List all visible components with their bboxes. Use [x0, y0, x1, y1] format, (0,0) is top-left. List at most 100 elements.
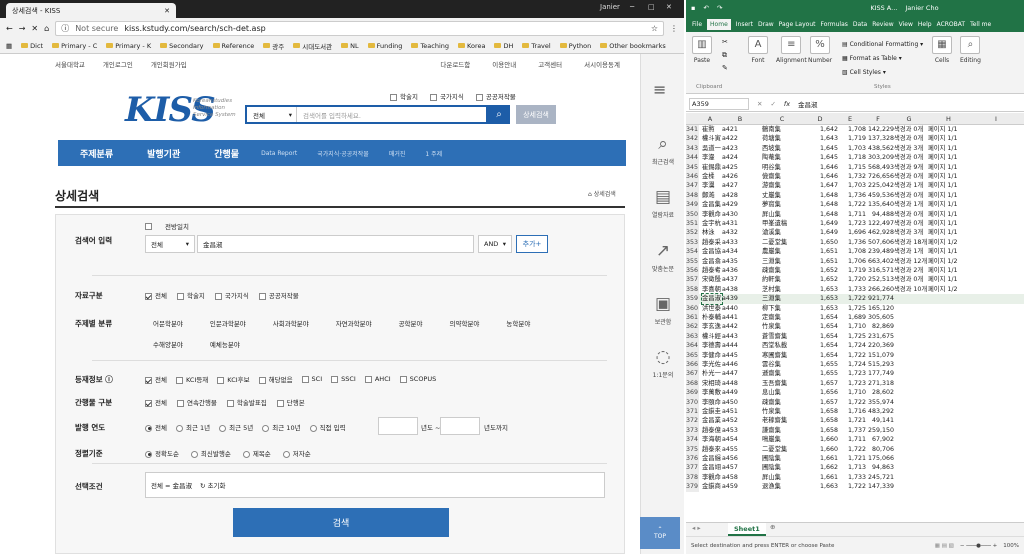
table-cell[interactable]: 페이지 1/2 — [928, 238, 973, 247]
search-submit-button[interactable]: 검색 — [233, 508, 449, 537]
table-cell[interactable]: 1,722 — [838, 445, 866, 454]
table-cell[interactable]: 柳下集 — [762, 304, 806, 313]
bookmark[interactable]: NL — [341, 42, 359, 50]
year-all[interactable]: 전체 — [145, 422, 167, 432]
nav-magazine[interactable]: 매거진 — [379, 149, 416, 158]
table-cell[interactable]: 175,066 — [866, 454, 894, 463]
table-cell[interactable]: 1,725 — [838, 332, 866, 341]
table-row[interactable]: 377 金昌翊 a457 圃陰集 1,662 1,713 94,863 — [686, 463, 1024, 473]
reg-sci[interactable]: SCI — [301, 375, 322, 383]
table-cell[interactable]: 462,928 — [866, 228, 894, 237]
table-cell[interactable]: 220,369 — [866, 341, 894, 350]
check-journal[interactable]: 학술지 — [390, 91, 418, 101]
table-cell[interactable]: 三淵集 — [762, 257, 806, 266]
table-cell[interactable]: 趙泰億 — [702, 426, 722, 435]
table-cell[interactable]: 朴泰輔 — [702, 313, 722, 322]
year-1[interactable]: 최근 1년 — [175, 422, 210, 432]
table-cell[interactable]: 색경과 1개 — [894, 247, 928, 256]
table-row[interactable]: 347 李瀷 a427 游齋集 1,647 1,703 225,042 색경과 1개 페이지 1… — [686, 181, 1024, 191]
table-cell[interactable]: 색경과 0개 — [894, 275, 928, 284]
table-cell[interactable]: 1,723 — [838, 369, 866, 378]
table-cell[interactable]: 明谷集 — [762, 163, 806, 172]
table-cell[interactable]: 1,706 — [838, 257, 866, 266]
util-link[interactable]: 개인로그인 — [103, 59, 133, 69]
table-cell[interactable]: 1,722 — [838, 351, 866, 360]
table-cell[interactable]: 페이지 1/1 — [928, 210, 973, 219]
bookmark[interactable]: Funding — [367, 42, 402, 50]
table-cell[interactable]: 1,721 — [838, 416, 866, 425]
add-sheet-icon[interactable]: ⊕ — [770, 523, 775, 531]
table-cell[interactable]: 1,661 — [806, 454, 838, 463]
table-cell[interactable]: 1,657 — [806, 398, 838, 407]
table-row[interactable]: 352 林泳 a432 滄溪集 1,649 1,696 462,928 색경과 3개 페이지 1… — [686, 228, 1024, 238]
star-icon[interactable]: ☆ — [651, 24, 658, 33]
table-cell[interactable]: 1,716 — [838, 407, 866, 416]
table-cell[interactable]: 483,292 — [866, 407, 894, 416]
table-cell[interactable]: 鶴南集 — [762, 125, 806, 134]
table-cell[interactable]: 색경과 18개 — [894, 238, 928, 247]
nav-subject[interactable]: 주제분류 — [58, 147, 125, 160]
table-row[interactable]: 373 趙泰億 a453 謙齋集 1,658 1,737 259,150 — [686, 425, 1024, 436]
table-cell[interactable]: 122,497 — [866, 219, 894, 228]
table-cell[interactable]: 1,654 — [806, 322, 838, 331]
table-cell[interactable]: 金昌緝 — [702, 454, 722, 463]
table-cell[interactable]: 西堂私載 — [762, 341, 806, 350]
side-recommend[interactable]: ↗ 맞춤논문 — [641, 241, 685, 273]
table-cell[interactable]: 1,721 — [838, 454, 866, 463]
table-cell[interactable]: 페이지 1/1 — [928, 172, 973, 181]
table-cell[interactable]: 1,723 — [838, 219, 866, 228]
reg-ssci[interactable]: SSCI — [331, 375, 356, 383]
enter-icon[interactable]: ✓ — [770, 100, 775, 108]
table-cell[interactable]: 金昌翕 — [702, 257, 722, 266]
table-cell[interactable]: 1,658 — [806, 426, 838, 435]
table-cell[interactable]: 崔錫鼎 — [702, 163, 722, 172]
table-cell[interactable]: 朴光一 — [702, 369, 722, 378]
table-cell[interactable]: 宋徵殷 — [702, 275, 722, 284]
table-cell[interactable]: 1,649 — [806, 219, 838, 228]
row-number[interactable]: 347 — [686, 181, 699, 191]
table-row[interactable]: 355 金昌翕 a435 三淵集 1,651 1,706 663,402 색경과 12개 페이지… — [686, 256, 1024, 266]
table-cell[interactable]: 1,708 — [838, 247, 866, 256]
tab-tellme[interactable]: Tell me — [970, 21, 991, 28]
table-cell[interactable]: 李健命 — [702, 351, 722, 360]
table-cell[interactable]: 夢窩集 — [762, 200, 806, 209]
bookmark[interactable]: Primary - C — [52, 42, 97, 50]
table-cell[interactable]: 滄溪集 — [762, 228, 806, 237]
table-cell[interactable]: 137,328 — [866, 134, 894, 143]
table-cell[interactable]: 177,749 — [866, 369, 894, 378]
column-header[interactable]: F — [864, 115, 892, 123]
table-cell[interactable]: 페이지 1/1 — [928, 247, 973, 256]
row-number[interactable]: 341 — [686, 125, 699, 135]
table-cell[interactable]: 1,652 — [806, 275, 838, 284]
table-cell[interactable]: 252,513 — [866, 275, 894, 284]
util-link[interactable]: 개인회원가입 — [151, 59, 187, 69]
table-cell[interactable]: 색경과 9개 — [894, 163, 928, 172]
add-keyword-button[interactable]: 추가+ — [516, 235, 548, 253]
tab-review[interactable]: Review — [872, 21, 893, 28]
table-cell[interactable]: 1,737 — [838, 426, 866, 435]
check-national[interactable]: 국가지식 — [429, 91, 464, 101]
table-cell[interactable]: 李海朝 — [702, 435, 722, 444]
table-row[interactable]: 344 李瀣 a424 陶菴集 1,645 1,718 303,209 색경과 0개 페이지 1… — [686, 153, 1024, 163]
table-cell[interactable]: 316,571 — [866, 266, 894, 275]
row-number[interactable]: 351 — [686, 219, 699, 229]
table-cell[interactable]: 西坡集 — [762, 144, 806, 153]
util-link[interactable]: 다운로드함 — [440, 59, 470, 69]
table-cell[interactable]: 색경과 3개 — [894, 228, 928, 237]
cells-button[interactable]: ▦ Cells — [932, 36, 952, 64]
table-cell[interactable]: 三淵集 — [762, 294, 806, 303]
font-button[interactable]: A Font — [748, 36, 768, 64]
table-row[interactable]: 374 李海朝 a454 鳴巖集 1,660 1,711 67,902 — [686, 435, 1024, 445]
table-cell[interactable]: 225,042 — [866, 181, 894, 190]
table-row[interactable]: 371 金鎭圭 a451 竹泉集 1,658 1,716 483,292 — [686, 407, 1024, 417]
table-cell[interactable]: a438 — [722, 285, 762, 294]
year-10[interactable]: 최근 10년 — [262, 422, 301, 432]
table-row[interactable]: 366 李光佐 a446 雲谷集 1,655 1,724 515,293 — [686, 360, 1024, 370]
subject-link[interactable]: 사회과학분야 — [273, 318, 309, 328]
table-cell[interactable]: 1,696 — [838, 228, 866, 237]
cancel-icon[interactable]: ✕ — [757, 100, 762, 108]
table-row[interactable]: 359 金昌淑 a439 三淵集 1,653 1,722 921,774 — [686, 293, 1024, 305]
row-number[interactable]: 353 — [686, 237, 699, 248]
table-cell[interactable]: 金昌翊 — [702, 463, 722, 472]
table-cell[interactable]: a440 — [722, 304, 762, 313]
